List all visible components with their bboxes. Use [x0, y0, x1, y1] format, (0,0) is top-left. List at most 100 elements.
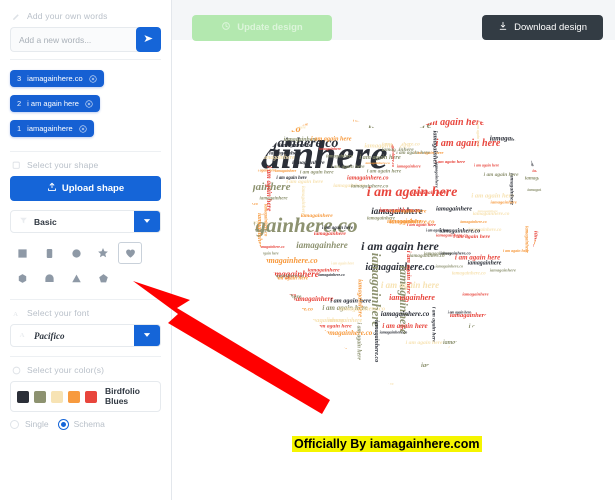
svg-text:i am again here: i am again here [526, 324, 561, 330]
canvas-caption: Officially By iamagainhere.com [292, 436, 482, 452]
svg-text:iamagainhere: iamagainhere [527, 187, 551, 192]
radio-schema[interactable] [58, 419, 68, 429]
shape-category-select[interactable]: Basic [10, 210, 161, 233]
word-chip[interactable]: 2 i am again here [10, 95, 100, 112]
palette-name: Birdfolio Blues [105, 386, 140, 406]
font-caret-button[interactable] [134, 325, 160, 346]
upload-shape-button[interactable]: Upload shape [10, 176, 161, 201]
shape-option-heart[interactable] [118, 242, 142, 264]
close-circle-icon[interactable] [79, 124, 87, 133]
divider-color [10, 356, 161, 357]
svg-text:i am again here: i am again here [331, 261, 355, 265]
svg-text:iamagainhere: iamagainhere [301, 213, 334, 219]
word-chip[interactable]: 3 iamagainhere.co [10, 70, 104, 87]
download-icon [498, 21, 508, 34]
svg-text:iamagainhere.co: iamagainhere.co [481, 333, 519, 339]
svg-text:i am again here: i am again here [225, 365, 268, 372]
svg-text:iamagainhere.co: iamagainhere.co [367, 382, 393, 386]
svg-text:iamagainhere.co: iamagainhere.co [339, 305, 386, 312]
svg-text:iamagainhere: iamagainhere [217, 229, 254, 236]
svg-text:i am again here: i am again here [484, 172, 519, 178]
svg-text:i am again here: i am again here [507, 370, 534, 375]
svg-text:iamagainhere.co: iamagainhere.co [486, 367, 492, 406]
palette-selector[interactable]: Birdfolio Blues [10, 381, 161, 413]
svg-text:iamagainhere.co: iamagainhere.co [532, 168, 563, 173]
download-design-button[interactable]: Download design [482, 15, 603, 40]
svg-text:iamagainhere: iamagainhere [244, 207, 251, 243]
refresh-icon [221, 21, 231, 34]
svg-text:i am again here: i am again here [426, 229, 450, 233]
svg-text:i am again here: i am again here [390, 208, 427, 214]
filter-icon [19, 216, 28, 227]
svg-text:iamagainhere: iamagainhere [285, 121, 308, 126]
shape-category-caret-button[interactable] [134, 211, 160, 232]
palette-swatch-2 [34, 390, 46, 403]
shape-option-circle[interactable] [64, 242, 88, 264]
svg-text:iamagainhere.co: iamagainhere.co [392, 116, 434, 122]
main-panel: i am again here iamagainhere iamagainhere.… [172, 0, 615, 500]
svg-text:iamagainhere.co: iamagainhere.co [473, 211, 510, 217]
svg-text:i am again here: i am again here [361, 239, 439, 253]
shape-category-value: Basic [34, 216, 57, 227]
svg-text:i am again here: i am again here [292, 368, 319, 373]
svg-text:i am again here: i am again here [355, 113, 378, 117]
svg-text:i am again here: i am again here [340, 347, 347, 388]
divider-words [10, 59, 161, 60]
svg-text:iamagainhere: iamagainhere [296, 240, 348, 250]
upload-icon [47, 182, 57, 195]
svg-text:iamagainhere.co: iamagainhere.co [240, 309, 282, 315]
svg-text:iamagainhere.co: iamagainhere.co [380, 329, 408, 334]
close-circle-icon[interactable] [85, 99, 93, 108]
update-design-button[interactable]: Update design [192, 14, 332, 41]
font-icon: A [12, 309, 21, 318]
svg-text:i am again here: i am again here [456, 384, 485, 389]
section-label-shape-text: Select your shape [27, 160, 99, 170]
chevron-down-icon [142, 327, 152, 345]
svg-text:i am again here: i am again here [476, 122, 481, 148]
svg-text:iamagainhere: iamagainhere [462, 292, 488, 297]
svg-text:iamagainhere: iamagainhere [292, 160, 325, 166]
svg-text:iamagainhere: iamagainhere [534, 240, 570, 247]
send-word-button[interactable] [136, 27, 161, 52]
svg-text:iamagainhere: iamagainhere [319, 147, 342, 151]
shape-option-triangle[interactable] [64, 267, 88, 289]
radio-single[interactable] [10, 419, 19, 429]
svg-text:iamagainhere: iamagainhere [248, 377, 271, 381]
svg-text:iamagainhere: iamagainhere [432, 131, 439, 168]
svg-text:iamagainhere: iamagainhere [300, 186, 306, 216]
divider-font [10, 299, 161, 300]
add-word-input[interactable] [10, 27, 138, 52]
svg-text:iamagainhere.co: iamagainhere.co [373, 320, 379, 362]
close-circle-icon[interactable] [89, 74, 97, 83]
word-chip[interactable]: 1 iamagainhere [10, 120, 94, 137]
svg-text:iamagainhere: iamagainhere [350, 109, 376, 114]
shape-option-star[interactable] [91, 242, 115, 264]
toolbar: Update design Download design [172, 0, 615, 55]
svg-text:iamagainhere: iamagainhere [529, 140, 534, 167]
svg-text:i am again here: i am again here [356, 323, 362, 361]
sidebar: Add your own words 3 iamagainhere.co 2 i [0, 0, 172, 500]
shape-option-rounded-rectangle[interactable] [37, 242, 61, 264]
design-canvas[interactable]: i am again here iamagainhere iamagainhere.… [172, 40, 615, 500]
shape-option-square[interactable] [10, 242, 34, 264]
svg-text:iamagainhere: iamagainhere [369, 119, 432, 131]
svg-text:iamagainhere.co: iamagainhere.co [318, 273, 344, 277]
svg-text:A: A [20, 332, 25, 339]
palette-swatch-5 [85, 390, 97, 403]
word-chip-label: i am again here [27, 99, 79, 108]
svg-text:iamagainhere: iamagainhere [525, 176, 555, 182]
svg-text:iamagainhere: iamagainhere [490, 268, 516, 273]
svg-text:i am again here: i am again here [420, 117, 485, 128]
section-label-font-text: Select your font [27, 308, 90, 318]
palette-name-line2: Blues [105, 395, 129, 406]
svg-text:i am again here: i am again here [455, 253, 500, 261]
shape-option-pentagon[interactable] [91, 267, 115, 289]
font-select[interactable]: A Pacifico [10, 324, 161, 347]
svg-text:iamagainhere: iamagainhere [546, 124, 574, 129]
shape-option-arch[interactable] [37, 267, 61, 289]
shape-option-hexagon[interactable] [10, 267, 34, 289]
svg-text:iamagainhere.co: iamagainhere.co [214, 219, 258, 226]
svg-text:iamagainhere.co: iamagainhere.co [490, 135, 539, 143]
section-label-font: A Select your font [12, 308, 161, 318]
section-label-words-text: Add your own words [27, 11, 108, 21]
